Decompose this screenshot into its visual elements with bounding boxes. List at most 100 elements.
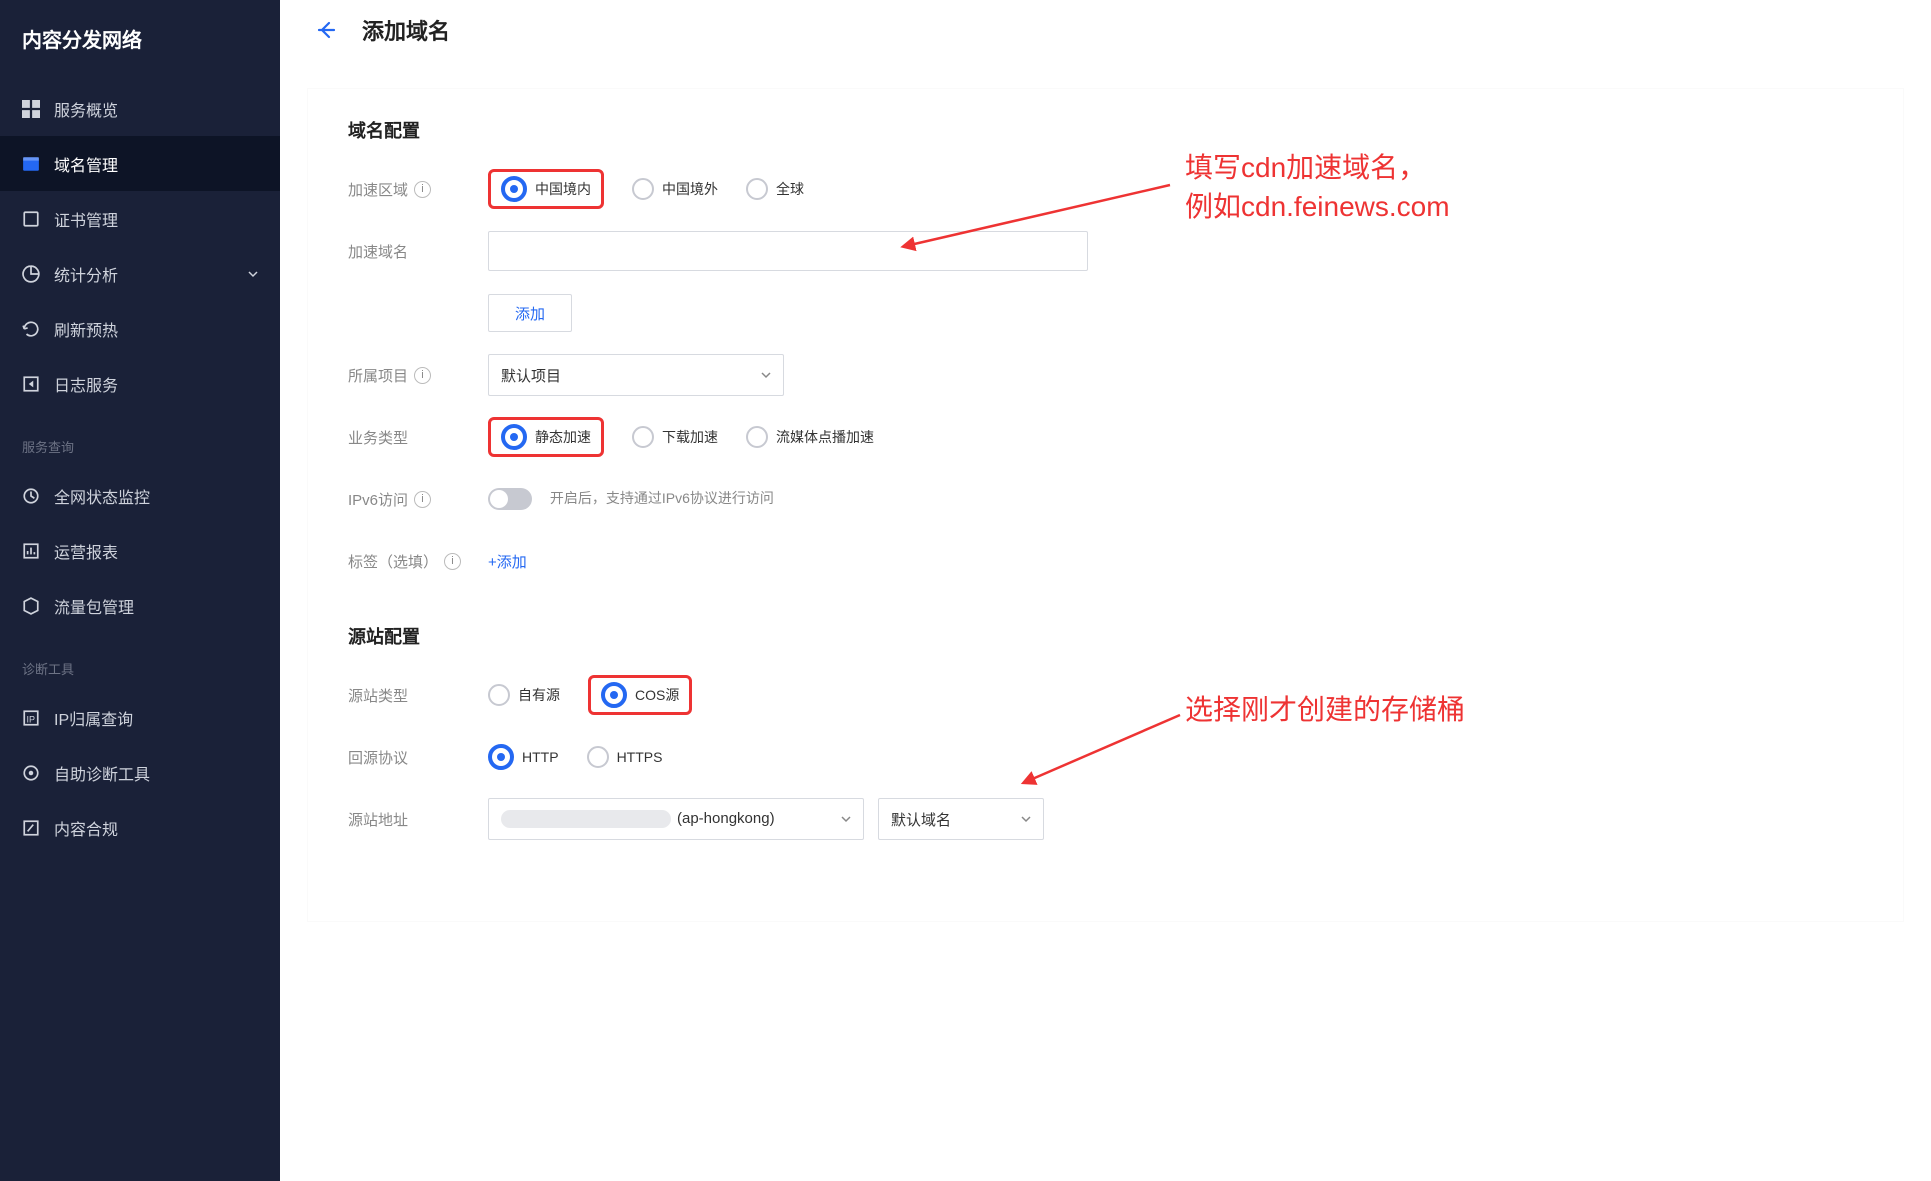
form-panel: 域名配置 加速区域 i 中国境内 [308,89,1903,921]
row-label: 业务类型 [348,427,488,448]
section-title: 源站配置 [348,623,1863,649]
info-icon[interactable]: i [414,367,431,384]
select-value: 默认项目 [501,365,561,386]
sidebar-item-report[interactable]: 运营报表 [0,523,280,578]
radio-icon [601,682,627,708]
radio-label: 流媒体点播加速 [776,427,874,447]
radio-biz-vod[interactable]: 流媒体点播加速 [746,426,874,448]
radio-icon [488,684,510,706]
ipv6-description: 开启后，支持通过IPv6协议进行访问 [550,490,774,506]
sidebar-item-ip[interactable]: IP IP归属查询 [0,690,280,745]
row-label: 标签（选填） i [348,551,488,572]
sidebar-item-compliance[interactable]: 内容合规 [0,800,280,855]
radio-label: 中国境内 [535,179,591,199]
radio-biz-static[interactable]: 静态加速 [501,424,591,450]
row-label: 回源协议 [348,747,488,768]
info-icon[interactable]: i [444,553,461,570]
chevron-down-icon [248,269,258,279]
topbar: 添加域名 [280,0,1931,61]
biztype-radio-group: 静态加速 下载加速 流媒体点播加速 [488,417,1863,457]
row-label: IPv6访问 i [348,489,488,510]
row-region: 加速区域 i 中国境内 中国境外 [348,165,1863,213]
app-root: 内容分发网络 服务概览 域名管理 证书管理 统计分析 刷新预热 日志服务 服务查… [0,0,1931,1181]
row-label: 加速域名 [348,241,488,262]
radio-icon [632,178,654,200]
row-origin-proto: 回源协议 HTTP HTTPS [348,733,1863,781]
sidebar-item-refresh[interactable]: 刷新预热 [0,301,280,356]
radio-region-overseas[interactable]: 中国境外 [632,178,718,200]
report-icon [22,542,40,560]
project-select[interactable]: 默认项目 [488,354,784,396]
radio-region-global[interactable]: 全球 [746,178,804,200]
region-radio-group: 中国境内 中国境外 全球 [488,169,1863,209]
sidebar-item-label: 自助诊断工具 [54,761,258,785]
sidebar-item-label: 全网状态监控 [54,484,258,508]
row-origin-type: 源站类型 自有源 COS源 [348,671,1863,719]
ipv6-toggle[interactable] [488,488,532,510]
arrow-left-icon [315,19,337,41]
select-value: 默认域名 [891,809,951,830]
row-origin-addr: 源站地址 (ap-hongkong) 默认域名 [348,795,1863,843]
radio-biz-download[interactable]: 下载加速 [632,426,718,448]
region-highlight: 中国境内 [488,169,604,209]
info-icon[interactable]: i [414,491,431,508]
row-label: 加速区域 i [348,179,488,200]
sidebar-item-overview[interactable]: 服务概览 [0,81,280,136]
main-content: 添加域名 域名配置 加速区域 i 中国境内 [280,0,1931,1181]
biztype-highlight: 静态加速 [488,417,604,457]
radio-region-cn[interactable]: 中国境内 [501,176,591,202]
radio-icon [501,176,527,202]
sidebar-item-label: 内容合规 [54,816,258,840]
row-project: 所属项目 i 默认项目 [348,351,1863,399]
domain-input[interactable] [488,231,1088,271]
radio-proto-https[interactable]: HTTPS [587,746,663,768]
radio-origin-cos[interactable]: COS源 [601,682,679,708]
label-text: IPv6访问 [348,489,408,510]
sidebar-section-diag: 诊断工具 [0,659,280,690]
radio-label: HTTPS [617,749,663,765]
caret-down-icon [841,814,851,824]
sidebar-item-diag[interactable]: 自助诊断工具 [0,745,280,800]
back-button[interactable] [308,12,344,48]
radio-label: HTTP [522,749,559,765]
log-icon [22,375,40,393]
label-text: 加速区域 [348,179,408,200]
radio-icon [587,746,609,768]
ip-icon: IP [22,709,40,727]
radio-proto-http[interactable]: HTTP [488,744,559,770]
sidebar: 内容分发网络 服务概览 域名管理 证书管理 统计分析 刷新预热 日志服务 服务查… [0,0,280,1181]
row-ipv6: IPv6访问 i 开启后，支持通过IPv6协议进行访问 [348,475,1863,523]
diag-icon [22,764,40,782]
row-label: 源站地址 [348,809,488,830]
compliance-icon [22,819,40,837]
add-domain-button[interactable]: 添加 [488,294,572,332]
row-label: 所属项目 i [348,365,488,386]
row-tag: 标签（选填） i +添加 [348,537,1863,585]
radio-icon [501,424,527,450]
page-title: 添加域名 [362,14,450,46]
radio-origin-own[interactable]: 自有源 [488,684,560,706]
sidebar-item-domain[interactable]: 域名管理 [0,136,280,191]
sidebar-item-log[interactable]: 日志服务 [0,356,280,411]
sidebar-item-package[interactable]: 流量包管理 [0,578,280,633]
sidebar-item-label: 证书管理 [54,207,258,231]
origin-domain-select[interactable]: 默认域名 [878,798,1044,840]
section-title: 域名配置 [348,117,1863,143]
sidebar-item-monitor[interactable]: 全网状态监控 [0,468,280,523]
sidebar-item-label: 域名管理 [54,152,258,176]
sidebar-item-cert[interactable]: 证书管理 [0,191,280,246]
stats-icon [22,265,40,283]
svg-text:IP: IP [27,714,36,724]
origin-addr-select[interactable]: (ap-hongkong) [488,798,864,840]
sidebar-title: 内容分发网络 [0,18,280,81]
info-icon[interactable]: i [414,181,431,198]
radio-icon [488,744,514,770]
label-text: 所属项目 [348,365,408,386]
sidebar-item-stats[interactable]: 统计分析 [0,246,280,301]
radio-label: COS源 [635,685,679,705]
radio-label: 中国境外 [662,179,718,199]
add-tag-link[interactable]: +添加 [488,554,527,571]
sidebar-section-query: 服务查询 [0,437,280,468]
cert-icon [22,210,40,228]
addr-region: (ap-hongkong) [677,810,775,827]
